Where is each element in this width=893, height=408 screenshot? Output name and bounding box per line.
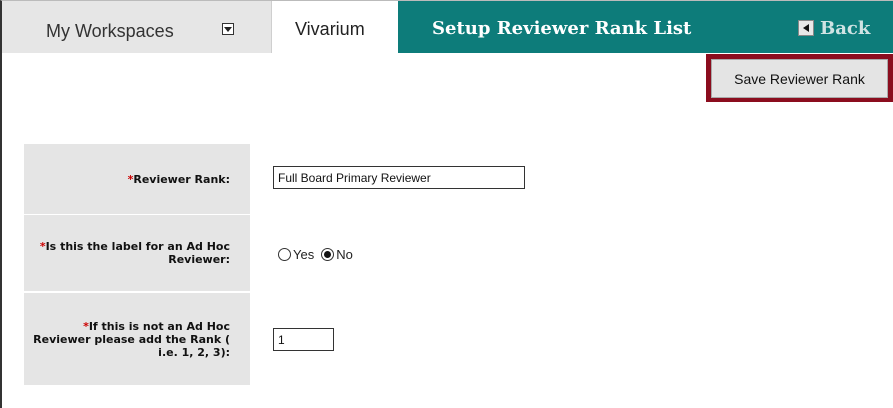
save-reviewer-rank-button[interactable]: Save Reviewer Rank bbox=[711, 59, 888, 98]
save-button-highlight: Save Reviewer Rank bbox=[706, 54, 893, 102]
ad-hoc-radio-group: Yes No bbox=[278, 247, 360, 262]
page-title: Setup Reviewer Rank List bbox=[432, 18, 692, 39]
vivarium-tab-label: Vivarium bbox=[295, 19, 365, 39]
back-arrow-icon bbox=[798, 20, 814, 36]
ad-hoc-no-radio[interactable] bbox=[321, 248, 335, 261]
ad-hoc-label: *Is this the label for an Ad Hoc Reviewe… bbox=[24, 215, 250, 291]
reviewer-rank-input[interactable] bbox=[273, 166, 525, 189]
back-button[interactable]: Back bbox=[798, 17, 871, 39]
reviewer-rank-label: *Reviewer Rank: bbox=[24, 144, 250, 214]
rank-number-input[interactable] bbox=[273, 328, 334, 351]
dropdown-arrow-icon[interactable] bbox=[222, 23, 234, 35]
rank-number-label-text: If this is not an Ad Hoc Reviewer please… bbox=[33, 319, 230, 359]
ad-hoc-yes-label: Yes bbox=[293, 247, 315, 262]
tab-vivarium[interactable]: Vivarium bbox=[272, 1, 398, 53]
my-workspaces-label: My Workspaces bbox=[46, 21, 174, 41]
my-workspaces-tab[interactable]: My Workspaces bbox=[2, 1, 272, 53]
page-header-bar: Setup Reviewer Rank List Back bbox=[398, 1, 893, 53]
rank-number-label: *If this is not an Ad Hoc Reviewer pleas… bbox=[24, 293, 250, 385]
ad-hoc-yes-radio[interactable] bbox=[278, 248, 291, 261]
back-label: Back bbox=[820, 17, 871, 39]
ad-hoc-label-text: Is this the label for an Ad Hoc Reviewer… bbox=[45, 240, 230, 266]
reviewer-rank-label-text: Reviewer Rank: bbox=[133, 172, 230, 186]
ad-hoc-no-label: No bbox=[336, 247, 353, 262]
top-nav-bar: My Workspaces Vivarium Setup Reviewer Ra… bbox=[2, 1, 893, 53]
